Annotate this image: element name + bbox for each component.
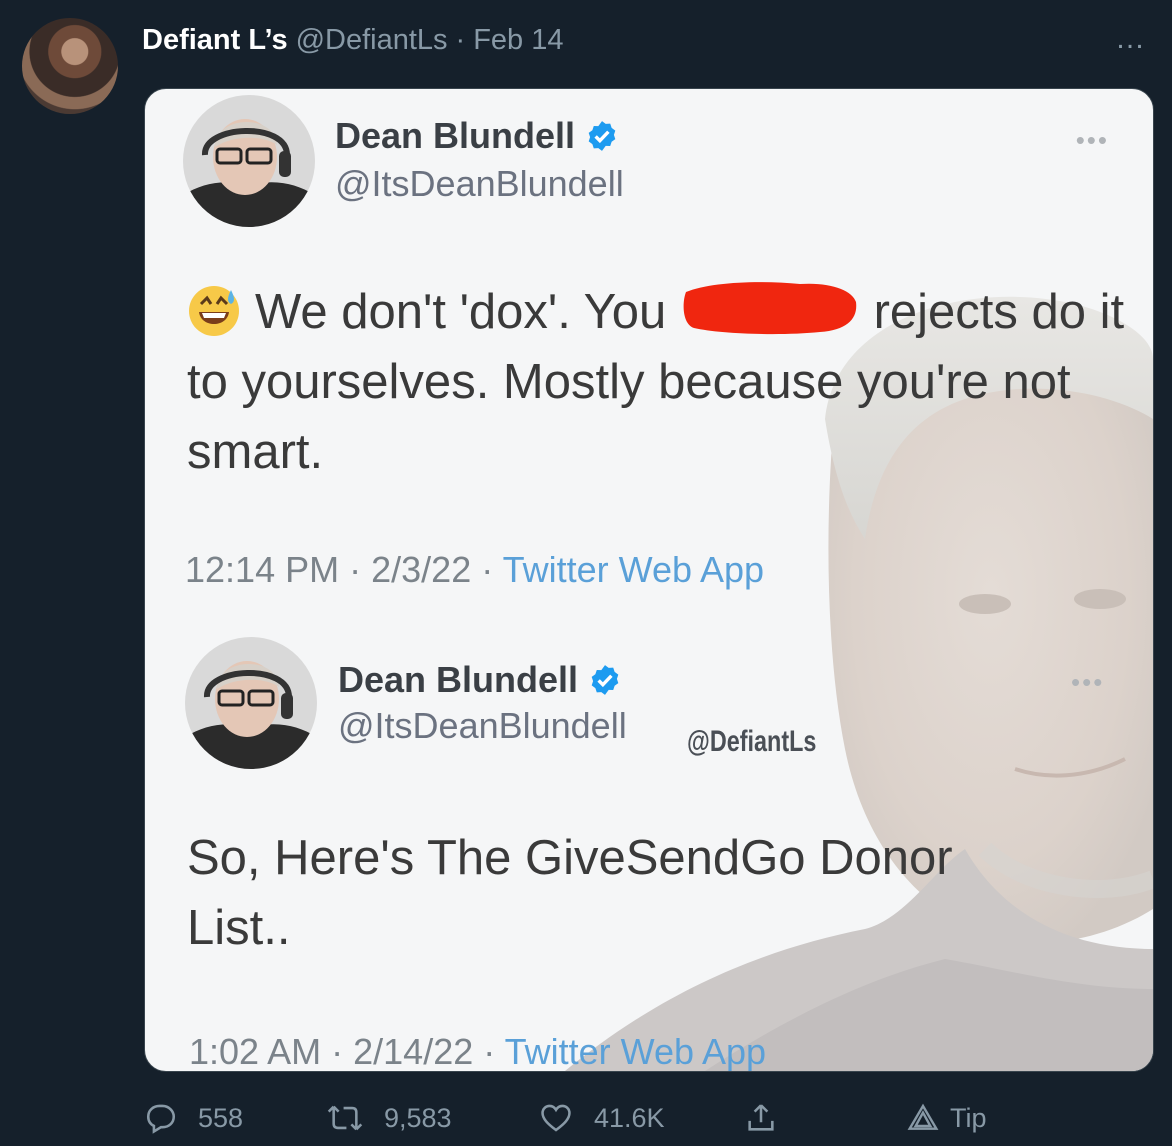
- tweet1-more-icon: •••: [1075, 125, 1109, 155]
- reply-icon: [146, 1104, 176, 1134]
- tweet1-handle: @ItsDeanBlundell: [335, 163, 624, 204]
- sweat-smile-emoji-icon: [189, 286, 239, 336]
- tweet2-author-name: Dean Blundell: [338, 659, 622, 701]
- tip-label: Tip: [950, 1102, 987, 1133]
- tweet1-date: 2/3/22: [371, 549, 472, 590]
- tweet1-time: 12:14 PM: [185, 549, 340, 590]
- meta-separator: ·: [483, 1031, 496, 1072]
- meta-separator: ·: [481, 549, 494, 590]
- meta-separator: ·: [349, 549, 362, 590]
- more-options-icon[interactable]: …: [1115, 22, 1146, 56]
- tweet1-avatar: [183, 95, 315, 227]
- tip-icon: [907, 1103, 939, 1130]
- tweet1-app: Twitter Web App: [502, 549, 765, 590]
- share-button[interactable]: [744, 1092, 778, 1144]
- verified-badge-icon: [588, 121, 616, 151]
- retweet-button[interactable]: 9,583: [326, 1092, 452, 1144]
- tweet2-text: So, Here's The GiveSendGo Donor List..: [187, 831, 953, 955]
- author-name[interactable]: Defiant L’s: [142, 24, 288, 57]
- tweet2-date: 2/14/22: [353, 1031, 474, 1072]
- embedded-screenshot-image[interactable]: Dean Blundell @ItsDeanBlundell ••• We do…: [144, 88, 1154, 1072]
- heart-icon: [541, 1104, 571, 1132]
- tweet1-text-before: We don't 'dox'. You: [255, 285, 667, 339]
- red-redaction-mark: [683, 282, 857, 335]
- tweet2-app: Twitter Web App: [504, 1031, 767, 1072]
- share-icon: [748, 1104, 774, 1131]
- tweet1-text: We don't 'dox'. You rejects do it to you…: [187, 277, 1127, 487]
- tweet1-meta: 12:14 PM · 2/3/22 · Twitter Web App: [185, 549, 764, 591]
- post-header: Defiant L’s @DefiantLs · Feb 14: [142, 20, 564, 60]
- tweet2-name-text: Dean Blundell: [338, 659, 579, 700]
- tweet2-time: 1:02 AM: [189, 1031, 322, 1072]
- watermark: @DefiantLs: [687, 725, 817, 758]
- header-separator: ·: [455, 23, 466, 56]
- reply-button[interactable]: 558: [144, 1092, 243, 1144]
- retweet-icon: [327, 1105, 363, 1131]
- author-avatar[interactable]: [22, 18, 118, 114]
- verified-badge-icon: [591, 665, 619, 695]
- tweet1-name-text: Dean Blundell: [335, 115, 576, 156]
- tip-button[interactable]: Tip: [906, 1092, 987, 1144]
- retweet-count: 9,583: [384, 1102, 452, 1133]
- author-handle[interactable]: @DefiantLs: [296, 24, 448, 57]
- tweet1-author-name: Dean Blundell: [335, 115, 619, 157]
- like-button[interactable]: 41.6K: [538, 1092, 665, 1144]
- tweet-action-bar: 558 9,583 41.6K Tip: [140, 1092, 1040, 1144]
- reply-count: 558: [198, 1102, 244, 1133]
- like-count: 41.6K: [594, 1102, 665, 1133]
- post-date[interactable]: Feb 14: [473, 24, 563, 57]
- tweet2-more-icon: •••: [1071, 667, 1105, 697]
- tweet2-handle: @ItsDeanBlundell: [338, 705, 627, 746]
- meta-separator: ·: [331, 1031, 344, 1072]
- tweet2-meta: 1:02 AM · 2/14/22 · Twitter Web App: [189, 1031, 767, 1072]
- tweet2-avatar: [185, 637, 317, 769]
